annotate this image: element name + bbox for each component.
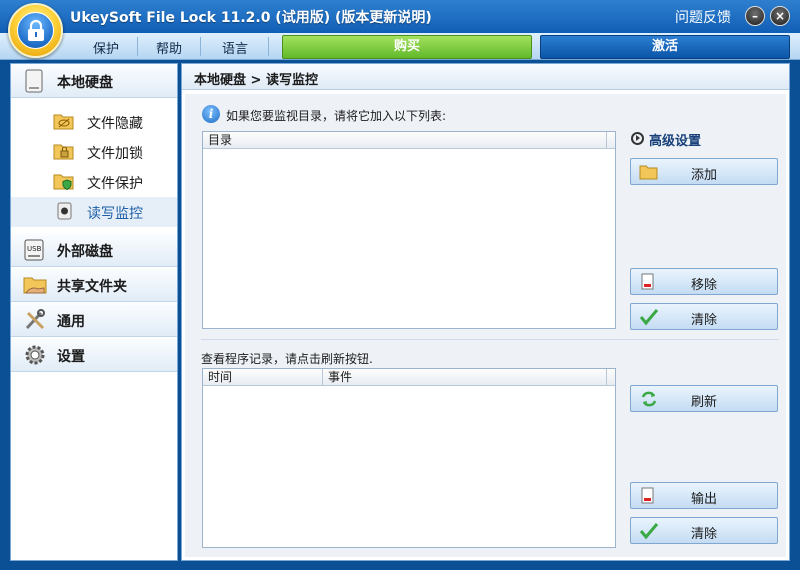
- app-logo: [8, 3, 63, 58]
- section-divider: [201, 339, 779, 340]
- nav-file-lock[interactable]: 文件加锁: [11, 137, 177, 167]
- nav-settings-label: 设置: [57, 349, 85, 365]
- log-info-text: 查看程序记录，请点击刷新按钮.: [201, 352, 373, 366]
- breadcrumb: 本地硬盘 > 读写监控: [194, 73, 318, 88]
- log-list[interactable]: 时间 事件: [202, 368, 616, 548]
- monitor-info-text: 如果您要监视目录，请将它加入以下列表:: [226, 109, 447, 123]
- remove-button[interactable]: 移除: [630, 268, 778, 295]
- app-title: UkeySoft File Lock 11.2.0 (试用版) (版本更新说明): [70, 10, 432, 26]
- menu-separator: [268, 37, 269, 56]
- hard-disk-icon: [23, 69, 45, 97]
- monitor-disk-icon: [53, 201, 75, 225]
- info-icon: i: [202, 105, 220, 123]
- nav-shared-folder[interactable]: 共享文件夹: [11, 268, 177, 302]
- advanced-settings-link[interactable]: 高级设置: [649, 130, 701, 149]
- nav-rw-monitor-label: 读写监控: [87, 206, 143, 222]
- menu-help[interactable]: 帮助: [156, 38, 182, 57]
- nav-shared-folder-label: 共享文件夹: [57, 279, 127, 295]
- svg-text:USB: USB: [27, 245, 42, 253]
- shield-folder-icon: [53, 171, 75, 195]
- menu-language[interactable]: 语言: [222, 38, 248, 57]
- clear-directories-button[interactable]: 清除: [630, 303, 778, 330]
- nav-file-lock-label: 文件加锁: [87, 146, 143, 162]
- menu-separator: [200, 37, 201, 56]
- activate-button[interactable]: 激活: [540, 35, 790, 59]
- clear-directories-label: 清除: [690, 313, 717, 328]
- log-list-header: 时间 事件: [203, 369, 615, 386]
- nav-file-hide[interactable]: 文件隐藏: [11, 107, 177, 137]
- menu-separator: [137, 37, 138, 56]
- menu-protect[interactable]: 保护: [93, 38, 119, 57]
- remove-button-label: 移除: [690, 278, 717, 293]
- minimize-button[interactable]: –: [745, 6, 765, 26]
- gear-icon: [23, 343, 47, 371]
- column-event[interactable]: 事件: [323, 369, 607, 386]
- clear-log-label: 清除: [690, 527, 717, 542]
- nav-external-disk-label: 外部磁盘: [57, 244, 113, 260]
- directory-list[interactable]: 目录: [202, 131, 616, 329]
- shared-folder-icon: [23, 273, 49, 301]
- refresh-button-label: 刷新: [690, 395, 717, 410]
- clear-log-button[interactable]: 清除: [630, 517, 778, 544]
- main-header: 本地硬盘 > 读写监控: [182, 64, 789, 90]
- tools-icon: [23, 308, 47, 336]
- lock-icon: [17, 12, 54, 49]
- column-directory[interactable]: 目录: [203, 132, 607, 149]
- advanced-settings-icon: [631, 132, 644, 145]
- nav-file-protect[interactable]: 文件保护: [11, 167, 177, 197]
- nav-general[interactable]: 通用: [11, 303, 177, 337]
- export-button[interactable]: 输出: [630, 482, 778, 509]
- title-bar: UkeySoft File Lock 11.2.0 (试用版) (版本更新说明)…: [0, 0, 800, 33]
- directory-list-header: 目录: [203, 132, 615, 149]
- add-button-label: 添加: [690, 168, 717, 183]
- nav-external-disk[interactable]: USB 外部磁盘: [11, 233, 177, 267]
- refresh-button[interactable]: 刷新: [630, 385, 778, 412]
- add-button[interactable]: 添加: [630, 158, 778, 185]
- nav-file-hide-label: 文件隐藏: [87, 116, 143, 132]
- close-button[interactable]: ×: [770, 6, 790, 26]
- column-time[interactable]: 时间: [203, 369, 323, 386]
- main-panel: 本地硬盘 > 读写监控 i 如果您要监视目录，请将它加入以下列表: 目录 高级设…: [181, 63, 790, 561]
- hidden-folder-icon: [53, 111, 75, 135]
- sidebar: 本地硬盘 文件隐藏 文件加锁 文件保护 读写监控 USB 外部磁盘 共享文件夹 …: [10, 63, 178, 561]
- nav-settings[interactable]: 设置: [11, 338, 177, 372]
- export-button-label: 输出: [690, 492, 717, 507]
- usb-drive-icon: USB: [23, 238, 47, 266]
- nav-file-protect-label: 文件保护: [87, 176, 143, 192]
- nav-general-label: 通用: [57, 314, 85, 330]
- locked-folder-icon: [53, 141, 75, 165]
- nav-local-disk-label: 本地硬盘: [57, 75, 113, 91]
- buy-button[interactable]: 购买: [282, 35, 532, 59]
- feedback-link[interactable]: 问题反馈: [675, 7, 731, 27]
- nav-rw-monitor[interactable]: 读写监控: [11, 197, 177, 227]
- nav-local-disk[interactable]: 本地硬盘: [11, 64, 177, 98]
